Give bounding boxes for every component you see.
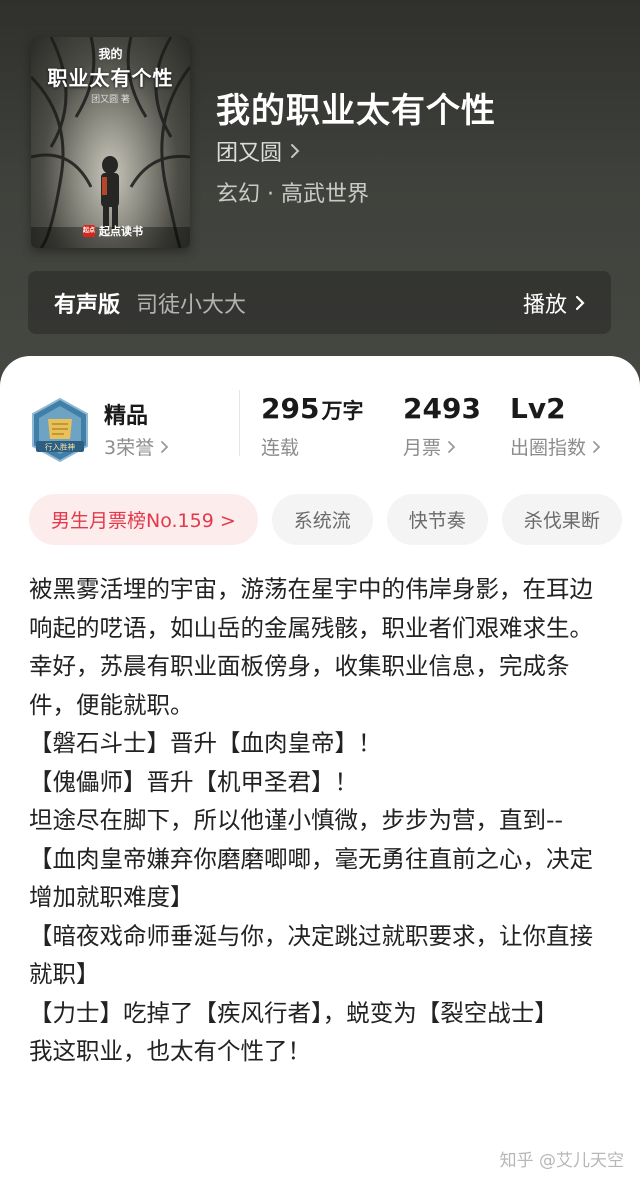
book-header: 我的 职业太有个性 团又圆 著 起点 起点读书 我的职业太有个性 团又圆 玄幻 … xyxy=(0,0,640,400)
tag-rank[interactable]: 男生月票榜No.159 > xyxy=(29,494,258,545)
book-title: 我的职业太有个性 xyxy=(216,91,496,131)
play-label: 播放 xyxy=(522,292,567,318)
tag-list: 男生月票榜No.159 > 系统流 快节奏 杀伐果断 xyxy=(29,494,622,545)
watermark: 知乎 @艾儿天空 xyxy=(499,1151,624,1171)
level-link[interactable]: 出圈指数 xyxy=(510,433,601,460)
chevron-right-icon xyxy=(448,440,456,453)
audio-narrator: 司徒小大大 xyxy=(136,292,247,318)
description-paragraph: 被黑雾活埋的宇宙，游荡在星宇中的伟岸身影，在耳边响起的呓语，如山岳的金属残骸，职… xyxy=(29,575,593,642)
honors-link[interactable]: 3荣誉 xyxy=(104,433,169,460)
word-count-unit: 万字 xyxy=(321,399,364,423)
book-detail-sheet: 行入胜神 精品 3荣誉 295 万字 连载 2493 月票 Lv2 出圈指数 男… xyxy=(0,356,640,1185)
play-button[interactable]: 播放 xyxy=(523,287,585,319)
book-genre: 玄幻 · 高武世界 xyxy=(216,182,369,207)
audio-version-bar[interactable]: 有声版 司徒小大大 播放 xyxy=(28,271,611,334)
tag-item[interactable]: 快节奏 xyxy=(386,494,488,545)
word-count: 295 万字 xyxy=(261,392,363,425)
monthly-tickets-value: 2493 xyxy=(403,392,481,425)
tag-item[interactable]: 杀伐果断 xyxy=(501,494,622,545)
chevron-right-icon xyxy=(161,440,169,453)
quality-badge-icon: 行入胜神 xyxy=(32,397,88,463)
author-link[interactable]: 团又圆 xyxy=(216,135,300,167)
badge-caption: 行入胜神 xyxy=(45,442,75,452)
cover-title: 职业太有个性 xyxy=(47,66,174,90)
publisher-name: 起点读书 xyxy=(99,225,143,238)
chevron-right-icon xyxy=(575,295,585,310)
description-paragraph: 坦途尽在脚下，所以他谨小慎微，步步为营，直到-- xyxy=(29,806,563,834)
chevron-right-icon xyxy=(593,440,601,453)
description-paragraph: 【力士】吃掉了【疾风行者】，蜕变为【裂空战士】 xyxy=(29,998,558,1027)
description-paragraph: 【暗夜戏命师垂涎与你，决定跳过就职要求，让你直接就职】 xyxy=(29,921,593,989)
audio-version-label: 有声版 xyxy=(54,292,121,318)
monthly-tickets-label: 月票 xyxy=(403,437,442,459)
honors-count: 3荣誉 xyxy=(104,437,155,459)
description-paragraph: 我这职业，也太有个性了！ xyxy=(29,1037,311,1065)
book-description: 被黑雾活埋的宇宙，游荡在星宇中的伟岸身影，在耳边响起的呓语，如山岳的金属残骸，职… xyxy=(29,570,609,1071)
description-paragraph: 【傀儡师】晋升【机甲圣君】！ xyxy=(29,767,358,796)
author-name: 团又圆 xyxy=(216,141,283,166)
level-value: Lv2 xyxy=(510,392,566,425)
monthly-tickets-link[interactable]: 月票 xyxy=(403,433,456,460)
description-paragraph: 幸好，苏晨有职业面板傍身，收集职业信息，完成条件，便能就职。 xyxy=(29,652,570,719)
book-cover[interactable]: 我的 职业太有个性 团又圆 著 起点 起点读书 xyxy=(31,37,190,248)
publisher-logo-icon: 起点 xyxy=(83,225,95,237)
chevron-right-icon xyxy=(291,144,300,158)
serial-status: 连载 xyxy=(261,437,300,459)
word-count-value: 295 xyxy=(261,392,320,425)
cover-small-title: 我的 xyxy=(98,47,123,61)
stats-divider xyxy=(239,390,240,456)
cover-author-stamp: 团又圆 著 xyxy=(91,95,130,105)
quality-label: 精品 xyxy=(104,404,149,429)
description-paragraph: 【磐石斗士】晋升【血肉皇帝】！ xyxy=(29,729,382,757)
level-label: 出圈指数 xyxy=(510,437,587,459)
tag-item[interactable]: 系统流 xyxy=(271,494,373,545)
cover-publisher: 起点 起点读书 xyxy=(83,223,143,239)
description-paragraph: 【血肉皇帝嫌弃你磨磨唧唧，毫无勇往直前之心，决定增加就职难度】 xyxy=(29,844,593,912)
